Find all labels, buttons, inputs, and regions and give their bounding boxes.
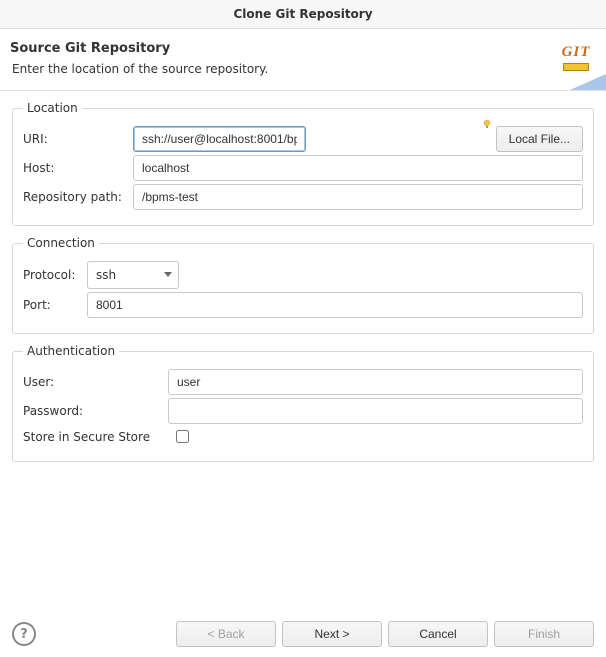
store-label: Store in Secure Store — [23, 430, 168, 444]
repo-path-label: Repository path: — [23, 190, 133, 204]
host-label: Host: — [23, 161, 133, 175]
connection-group: Connection Protocol: ssh Port: — [12, 236, 594, 334]
port-label: Port: — [23, 298, 87, 312]
authentication-legend: Authentication — [23, 344, 119, 358]
local-file-button[interactable]: Local File... — [496, 126, 583, 152]
git-logo-text: GIT — [562, 44, 591, 61]
user-label: User: — [23, 375, 168, 389]
authentication-group: Authentication User: Password: Store in … — [12, 344, 594, 462]
password-label: Password: — [23, 404, 168, 418]
password-input[interactable] — [168, 398, 583, 424]
back-button[interactable]: < Back — [176, 621, 276, 647]
header-corner-decoration — [570, 74, 606, 90]
page-subtitle: Enter the location of the source reposit… — [12, 62, 592, 76]
wizard-body: Location URI: Local File... Host: Reposi… — [0, 91, 606, 482]
repo-path-input[interactable] — [133, 184, 583, 210]
protocol-value: ssh — [96, 268, 116, 282]
location-group: Location URI: Local File... Host: Reposi… — [12, 101, 594, 226]
next-button[interactable]: Next > — [282, 621, 382, 647]
chevron-down-icon — [164, 272, 172, 278]
git-logo: GIT — [554, 35, 598, 79]
cancel-button[interactable]: Cancel — [388, 621, 488, 647]
page-title: Source Git Repository — [10, 41, 592, 56]
git-logo-bar — [563, 63, 589, 71]
protocol-select[interactable]: ssh — [87, 261, 179, 289]
finish-button[interactable]: Finish — [494, 621, 594, 647]
connection-legend: Connection — [23, 236, 99, 250]
uri-label: URI: — [23, 132, 133, 146]
store-checkbox[interactable] — [176, 430, 189, 443]
window-title: Clone Git Repository — [233, 7, 372, 21]
content-assist-icon — [482, 118, 492, 128]
location-legend: Location — [23, 101, 82, 115]
port-input[interactable] — [87, 292, 583, 318]
window-titlebar: Clone Git Repository — [0, 0, 606, 29]
host-input[interactable] — [133, 155, 583, 181]
wizard-header: Source Git Repository Enter the location… — [0, 29, 606, 91]
user-input[interactable] — [168, 369, 583, 395]
protocol-label: Protocol: — [23, 268, 87, 282]
uri-input[interactable] — [133, 126, 306, 152]
wizard-footer: ? < Back Next > Cancel Finish — [12, 621, 594, 647]
help-icon[interactable]: ? — [12, 622, 36, 646]
